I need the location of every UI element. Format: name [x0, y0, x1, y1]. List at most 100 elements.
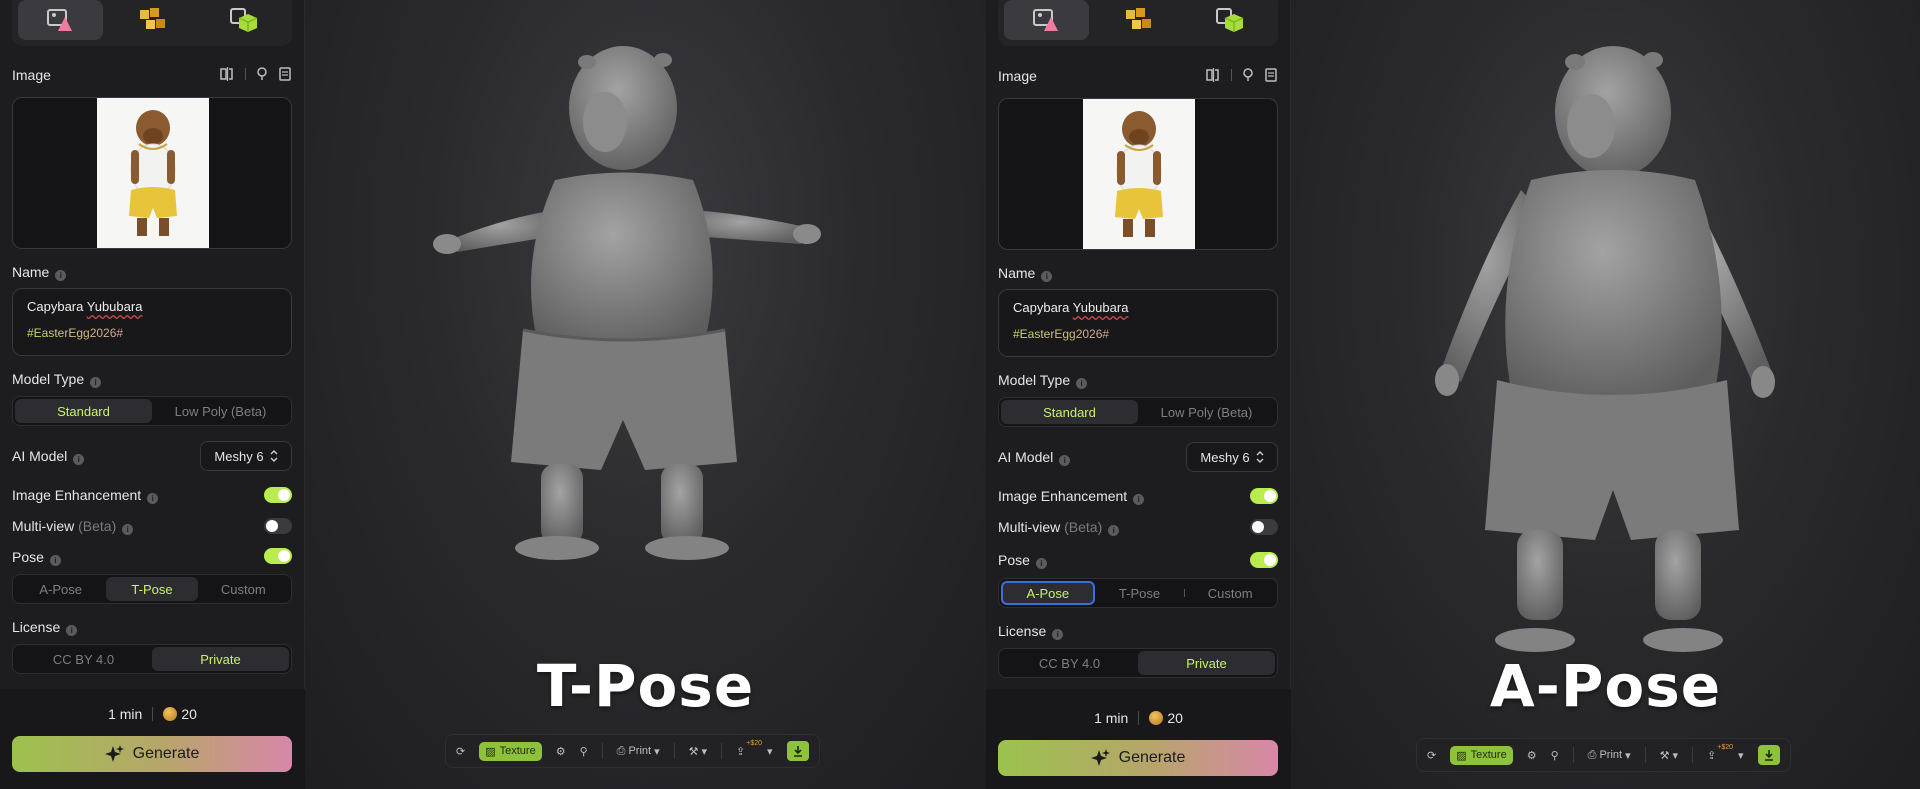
- refresh-icon[interactable]: ⟳: [456, 745, 465, 758]
- model-type-standard[interactable]: Standard: [1001, 400, 1138, 424]
- print-button[interactable]: ⎙ Print ▾: [1588, 749, 1631, 762]
- a-pose-model: [1435, 46, 1775, 652]
- tab-texture[interactable]: [1187, 0, 1272, 40]
- pose-toggle[interactable]: [1250, 552, 1278, 568]
- license-private[interactable]: Private: [1138, 651, 1275, 675]
- multiview-toggle[interactable]: [264, 518, 292, 534]
- name-input[interactable]: Capybara Yububara #EasterEgg2026#: [998, 289, 1278, 357]
- model-type-switch: Standard Low Poly (Beta): [998, 397, 1278, 427]
- ai-model-value: Meshy 6: [1200, 449, 1250, 465]
- model-type-low-poly[interactable]: Low Poly (Beta): [1138, 400, 1275, 424]
- pose-custom[interactable]: Custom: [1185, 581, 1275, 605]
- name-input[interactable]: Capybara Yububara #EasterEgg2026#: [12, 288, 292, 356]
- info-icon[interactable]: i: [1076, 378, 1088, 389]
- info-icon[interactable]: i: [147, 493, 159, 504]
- info-icon[interactable]: i: [49, 555, 61, 566]
- generate-button[interactable]: Generate: [12, 736, 292, 772]
- rig-icon[interactable]: ⚙: [556, 745, 566, 758]
- model-type-standard[interactable]: Standard: [15, 399, 152, 423]
- info-icon[interactable]: i: [55, 270, 67, 281]
- image-to-3d-icon: [46, 9, 72, 31]
- chevron-down-icon: ▾: [701, 745, 708, 758]
- tab-image-to-3d[interactable]: [1004, 0, 1090, 40]
- info-icon[interactable]: i: [1052, 629, 1064, 640]
- book-icon[interactable]: [278, 67, 292, 81]
- rig-icon[interactable]: ⚙: [1527, 749, 1537, 762]
- flip-icon[interactable]: [1205, 68, 1221, 82]
- name-hashtag: #EasterEgg2026#: [27, 326, 277, 340]
- info-icon[interactable]: i: [66, 625, 78, 636]
- tools-button[interactable]: ⚒ ▾: [689, 745, 707, 758]
- tools-button[interactable]: ⚒ ▾: [1660, 749, 1678, 762]
- pose-custom[interactable]: Custom: [198, 577, 289, 601]
- tab-image-to-3d[interactable]: [18, 0, 104, 40]
- tab-texture[interactable]: [201, 0, 286, 40]
- multiview-toggle[interactable]: [1250, 519, 1278, 535]
- license-cc-by[interactable]: CC BY 4.0: [15, 647, 152, 671]
- ai-model-select[interactable]: Meshy 6: [1186, 442, 1278, 472]
- pose-caption: A-Pose: [1489, 652, 1722, 720]
- ai-model-label: AI Model i: [998, 449, 1071, 466]
- generate-button[interactable]: Generate: [998, 740, 1278, 776]
- info-icon[interactable]: i: [90, 377, 102, 388]
- chevron-up-down-icon: [270, 450, 278, 462]
- info-icon[interactable]: i: [1133, 494, 1145, 505]
- info-icon[interactable]: i: [1035, 558, 1047, 569]
- name-label: Name i: [998, 265, 1053, 282]
- reward-badge: +$20: [746, 739, 763, 747]
- refresh-icon[interactable]: ⟳: [1427, 749, 1436, 762]
- share-button[interactable]: ⇪ +$20 ▾: [736, 740, 773, 758]
- bulb-icon[interactable]: [1242, 68, 1254, 82]
- download-button[interactable]: [786, 741, 809, 761]
- texture-button[interactable]: ▨ Texture: [479, 741, 542, 761]
- capybara-thumbnail: [1083, 99, 1195, 249]
- reference-image: [1083, 99, 1195, 249]
- download-icon: [793, 745, 802, 757]
- print-button[interactable]: ⎙ Print ▾: [617, 745, 660, 758]
- info-icon[interactable]: i: [1059, 455, 1071, 466]
- tab-multi-model[interactable]: [1095, 0, 1180, 40]
- license-private[interactable]: Private: [152, 647, 289, 671]
- pose-toggle[interactable]: [264, 548, 292, 564]
- name-label-text: Name: [998, 265, 1036, 281]
- ai-model-select[interactable]: Meshy 6: [200, 441, 292, 471]
- info-icon[interactable]: i: [1041, 271, 1053, 282]
- chevron-down-icon: ▾: [1625, 749, 1631, 762]
- image-to-3d-icon: [1032, 9, 1058, 31]
- image-enhancement-toggle[interactable]: [1250, 488, 1278, 504]
- animate-icon[interactable]: ⚲: [1551, 749, 1559, 762]
- pose-t[interactable]: T-Pose: [106, 577, 198, 601]
- bulb-icon[interactable]: [256, 67, 268, 81]
- pose-t[interactable]: T-Pose: [1095, 581, 1185, 605]
- chevron-down-icon: ▾: [1672, 749, 1679, 762]
- info-icon[interactable]: i: [73, 454, 85, 465]
- flip-icon[interactable]: [219, 67, 235, 81]
- pose-label-text: Pose: [998, 552, 1030, 568]
- image-dropzone[interactable]: [12, 97, 292, 249]
- image-enhancement-toggle[interactable]: [264, 487, 292, 503]
- license-switch: CC BY 4.0 Private: [12, 644, 292, 674]
- settings-panel-right: Image Name i Capybara Yububara #EasterEg…: [986, 0, 1291, 789]
- download-icon: [1764, 749, 1773, 761]
- share-icon: ⇪: [1707, 749, 1717, 762]
- texture-button[interactable]: ▨ Texture: [1450, 745, 1513, 765]
- license-cc-by[interactable]: CC BY 4.0: [1001, 651, 1138, 675]
- image-dropzone[interactable]: [998, 98, 1278, 250]
- model-type-label: Model Type i: [12, 371, 102, 388]
- coin-icon: [163, 707, 178, 721]
- name-word-2: Yububara: [86, 299, 143, 314]
- share-button[interactable]: ⇪ +$20 ▾: [1707, 744, 1744, 762]
- viewport-t-pose[interactable]: T-Pose ⟳ ▨ Texture ⚙ ⚲ ⎙ Print ▾ ⚒ ▾ ⇪ +$20 ▾: [305, 0, 986, 789]
- animate-icon[interactable]: ⚲: [580, 745, 588, 758]
- info-icon[interactable]: i: [1108, 525, 1120, 536]
- name-hashtag: #EasterEgg2026#: [1013, 327, 1263, 341]
- tab-multi-model[interactable]: [109, 0, 194, 40]
- download-button[interactable]: [1757, 745, 1780, 765]
- book-icon[interactable]: [1264, 68, 1278, 82]
- pose-a[interactable]: A-Pose: [1001, 581, 1095, 605]
- viewport-a-pose[interactable]: A-Pose ⟳ ▨ Texture ⚙ ⚲ ⎙ Print ▾ ⚒ ▾ ⇪ +$20 ▾: [1291, 0, 1920, 789]
- info-icon[interactable]: i: [122, 524, 134, 535]
- pose-a[interactable]: A-Pose: [15, 577, 106, 601]
- pose-label: Pose i: [12, 549, 61, 566]
- model-type-low-poly[interactable]: Low Poly (Beta): [152, 399, 289, 423]
